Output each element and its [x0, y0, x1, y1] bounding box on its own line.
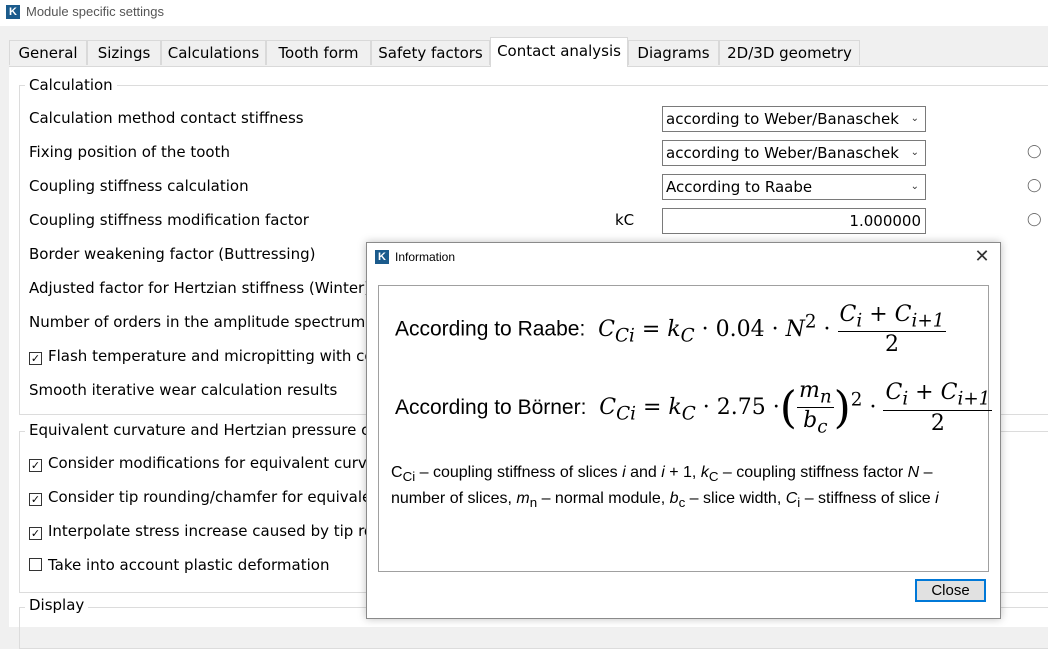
- chevron-down-icon: ⌄: [910, 147, 919, 158]
- method-combo-value: according to Weber/Banaschek: [666, 110, 899, 128]
- equivalent-group-title: Equivalent curvature and Hertzian pressu…: [25, 421, 405, 439]
- tip-label: Consider tip rounding/chamfer for equiva…: [48, 488, 387, 506]
- checkbox-unchecked-icon: [29, 558, 42, 571]
- borner-label: According to Börner:: [395, 395, 587, 419]
- tab-safety-factors[interactable]: Safety factors: [371, 40, 490, 65]
- mods-label: Consider modifications for equivalent cu…: [48, 454, 392, 472]
- borner-formula: According to Börner: CCi = kC · 2.75 ·(m…: [395, 378, 993, 438]
- raabe-label: According to Raabe:: [395, 317, 586, 341]
- fixing-combo[interactable]: according to Weber/Banaschek ⌄: [662, 140, 926, 166]
- formula-panel: According to Raabe: CCi = kC · 0.04 · N2…: [378, 285, 993, 572]
- modfactor-symbol: kC: [615, 211, 635, 229]
- tab-sizings[interactable]: Sizings: [87, 40, 161, 65]
- method-label: Calculation method contact stiffness: [29, 109, 304, 127]
- tab-diagrams[interactable]: Diagrams: [628, 40, 719, 65]
- mods-checkbox[interactable]: ✓ Consider modifications for equivalent c…: [29, 454, 391, 472]
- flash-checkbox[interactable]: ✓ Flash temperature and micropitting with…: [29, 347, 388, 365]
- fixing-label: Fixing position of the tooth: [29, 143, 230, 161]
- hint-bulb-icon[interactable]: ◯: [1027, 178, 1042, 193]
- orders-label: Number of orders in the amplitude spectr…: [29, 313, 388, 331]
- checkbox-checked-icon: ✓: [29, 459, 42, 472]
- tab-contact-analysis[interactable]: Contact analysis: [490, 37, 628, 67]
- checkbox-checked-icon: ✓: [29, 493, 42, 506]
- wear-label: Smooth iterative wear calculation result…: [29, 381, 338, 399]
- modfactor-label: Coupling stiffness modification factor: [29, 211, 309, 229]
- tab-tooth-form[interactable]: Tooth form: [266, 40, 371, 65]
- plastic-label: Take into account plastic deformation: [48, 556, 330, 574]
- chevron-down-icon: ⌄: [910, 113, 919, 124]
- interp-checkbox[interactable]: ✓ Interpolate stress increase caused by t…: [29, 522, 392, 540]
- tip-checkbox[interactable]: ✓ Consider tip rounding/chamfer for equiv…: [29, 488, 387, 506]
- borner-equation: CCi = kC · 2.75 ·(mn bc)2 · Ci + Ci+1 2: [592, 378, 993, 438]
- window-titlebar: K Module specific settings: [0, 0, 1048, 26]
- tab-general[interactable]: General: [9, 40, 87, 65]
- flash-label: Flash temperature and micropitting with …: [48, 347, 389, 365]
- interp-label: Interpolate stress increase caused by ti…: [48, 522, 393, 540]
- hint-bulb-icon[interactable]: ◯: [1027, 212, 1042, 227]
- window-title: Module specific settings: [26, 4, 165, 19]
- raabe-equation: CCi = kC · 0.04 · N2 · Ci + Ci+1 2: [591, 302, 947, 358]
- close-icon[interactable]: ✕: [972, 246, 992, 267]
- close-button[interactable]: Close: [915, 579, 986, 602]
- modfactor-input[interactable]: 1.000000: [662, 208, 926, 234]
- information-dialog: K Information ✕ According to Raabe: CCi …: [366, 242, 1001, 619]
- plastic-checkbox[interactable]: Take into account plastic deformation: [29, 556, 329, 574]
- coupling-label: Coupling stiffness calculation: [29, 177, 249, 195]
- tab-2d3d-geometry[interactable]: 2D/3D geometry: [719, 40, 860, 65]
- display-group-title: Display: [25, 596, 89, 614]
- checkbox-checked-icon: ✓: [29, 352, 42, 365]
- dialog-logo-icon: K: [375, 250, 389, 264]
- calculation-group-title: Calculation: [25, 76, 117, 94]
- tab-calculations[interactable]: Calculations: [161, 40, 266, 65]
- legend-start: C: [391, 464, 403, 481]
- app-logo-icon: K: [6, 5, 20, 19]
- raabe-formula: According to Raabe: CCi = kC · 0.04 · N2…: [395, 302, 947, 358]
- hertz-label: Adjusted factor for Hertzian stiffness (…: [29, 279, 371, 297]
- checkbox-checked-icon: ✓: [29, 527, 42, 540]
- dialog-title: Information: [395, 250, 456, 264]
- method-combo[interactable]: according to Weber/Banaschek ⌄: [662, 106, 926, 132]
- coupling-combo-value: According to Raabe: [666, 178, 813, 196]
- border-label: Border weakening factor (Buttressing): [29, 245, 316, 263]
- chevron-down-icon: ⌄: [910, 181, 919, 192]
- hint-bulb-icon[interactable]: ◯: [1027, 144, 1042, 159]
- fixing-combo-value: according to Weber/Banaschek: [666, 144, 899, 162]
- formula-legend: CCi – coupling stiffness of slices i and…: [391, 464, 939, 511]
- coupling-combo[interactable]: According to Raabe ⌄: [662, 174, 926, 200]
